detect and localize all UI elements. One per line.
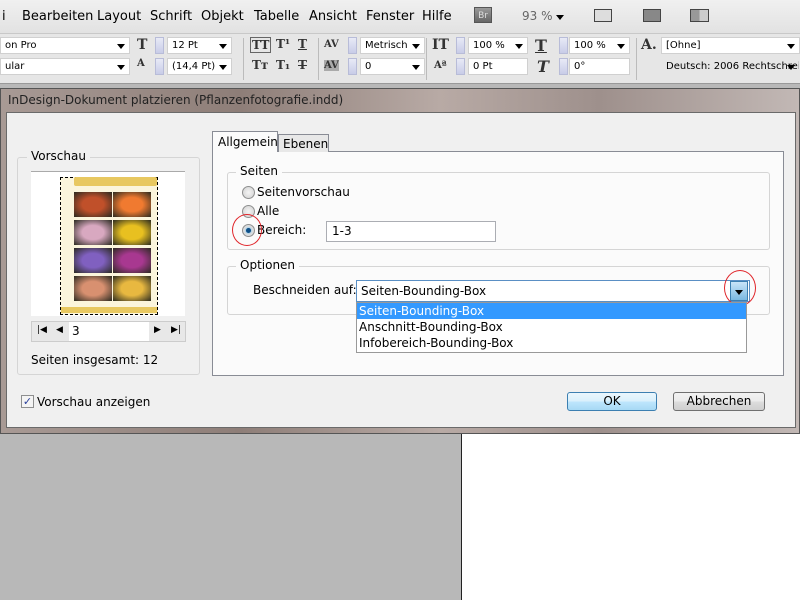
photo-7 (74, 276, 112, 301)
menu-bar: i Bearbeiten Layout Schrift Objekt Tabel… (0, 0, 800, 34)
separator (243, 38, 244, 80)
annotation-circle (232, 214, 262, 246)
cancel-button[interactable]: Abbrechen (673, 392, 765, 411)
annotation-circle (724, 270, 756, 306)
separator (426, 38, 427, 80)
next-page-button[interactable]: ▶ (154, 325, 161, 335)
vertical-scale-field[interactable]: 100 % (468, 37, 528, 54)
font-family-field[interactable]: on Pro (0, 37, 130, 54)
bridge-button[interactable]: Br (474, 7, 492, 23)
photo-4 (113, 220, 151, 245)
crop-to-select[interactable]: Seiten-Bounding-Box (356, 280, 750, 302)
skew-field[interactable]: 0° (569, 58, 630, 75)
kerning-spinner[interactable] (348, 37, 357, 54)
previous-page-button[interactable]: ◀ (56, 325, 63, 335)
page-number-field[interactable]: 3 (69, 322, 149, 341)
leading-field[interactable]: (14,4 Pt) (167, 58, 232, 75)
zoom-dropdown[interactable]: 93 % (522, 9, 568, 23)
leading-icon: A (137, 58, 145, 69)
menu-schrift[interactable]: Schrift (150, 9, 192, 24)
small-caps-icon[interactable]: Tт (252, 58, 268, 72)
character-style-icon: A. (641, 37, 657, 53)
horizontal-scale-icon: T (535, 36, 547, 55)
tracking-field[interactable]: 0 (360, 58, 425, 75)
dialog-title: InDesign-Dokument platzieren (Pflanzenfo… (8, 93, 344, 107)
skew-spinner[interactable] (559, 58, 568, 75)
last-page-button[interactable]: ▶| (171, 325, 181, 335)
kerning-icon: AV (324, 39, 339, 50)
baseline-shift-icon: Aª (434, 60, 447, 71)
vertical-scale-icon: IT (432, 37, 449, 53)
separator (318, 38, 319, 80)
font-size-field[interactable]: 12 Pt (167, 37, 232, 54)
photo-1 (74, 192, 112, 217)
font-style-field[interactable]: ular (0, 58, 130, 75)
document-page (461, 434, 800, 600)
skew-icon: T (537, 57, 549, 76)
radio-page-preview-label[interactable]: Seitenvorschau (257, 185, 350, 199)
total-pages-label: Seiten insgesamt: 12 (31, 353, 159, 367)
menu-ansicht[interactable]: Ansicht (309, 9, 357, 24)
tracking-spinner[interactable] (348, 58, 357, 75)
photo-6 (113, 248, 151, 273)
menu-datei[interactable]: i (2, 9, 6, 24)
page-header-bar (74, 177, 157, 186)
radio-page-preview[interactable] (242, 186, 255, 199)
pages-group-label: Seiten (236, 164, 283, 178)
character-style-field[interactable]: [Ohne] (661, 37, 800, 54)
pages-group (227, 172, 770, 250)
ok-button[interactable]: OK (567, 392, 657, 411)
underline-icon[interactable]: T (298, 37, 307, 51)
tab-ebenen[interactable]: Ebenen (278, 134, 329, 152)
preview-group-label: Vorschau (27, 149, 90, 163)
radio-all-label[interactable]: Alle (257, 204, 279, 218)
tracking-icon: AV (324, 60, 339, 71)
horizontal-scale-field[interactable]: 100 % (569, 37, 630, 54)
menu-layout[interactable]: Layout (97, 9, 141, 24)
radio-range-label[interactable]: Bereich: (257, 223, 306, 237)
option-slug-bounding-box[interactable]: Infobereich-Bounding-Box (357, 335, 746, 351)
photo-2 (113, 192, 151, 217)
page-navigator: |◀ ◀ 3 ▶ ▶| (31, 321, 186, 342)
strikethrough-icon[interactable]: T (298, 58, 307, 72)
first-page-button[interactable]: |◀ (37, 325, 47, 335)
options-group-label: Optionen (236, 258, 300, 272)
subscript-icon[interactable]: T₁ (276, 58, 290, 72)
baseline-shift-field[interactable]: 0 Pt (468, 58, 528, 75)
photo-8 (113, 276, 151, 301)
option-page-bounding-box[interactable]: Seiten-Bounding-Box (357, 303, 746, 319)
menu-tabelle[interactable]: Tabelle (254, 9, 299, 24)
leading-spinner[interactable] (155, 58, 164, 75)
kerning-field[interactable]: Metrisch (360, 37, 425, 54)
menu-fenster[interactable]: Fenster (366, 9, 414, 24)
all-caps-icon[interactable]: TT (250, 37, 272, 53)
page-thumbnail (31, 171, 185, 316)
crop-to-dropdown-list: Seiten-Bounding-Box Anschnitt-Bounding-B… (356, 302, 747, 353)
page-footer-bar (61, 307, 157, 313)
menu-bearbeiten[interactable]: Bearbeiten (22, 9, 93, 24)
superscript-icon[interactable]: T¹ (276, 37, 290, 51)
horizontal-scale-spinner[interactable] (559, 37, 568, 54)
menu-objekt[interactable]: Objekt (201, 9, 244, 24)
show-preview-checkbox[interactable]: ✓ (21, 395, 34, 408)
arrange-documents-icon[interactable] (690, 9, 709, 22)
crop-to-label: Beschneiden auf: (253, 283, 357, 297)
photo-3 (74, 220, 112, 245)
option-bleed-bounding-box[interactable]: Anschnitt-Bounding-Box (357, 319, 746, 335)
vertical-scale-spinner[interactable] (456, 37, 465, 54)
show-preview-label[interactable]: Vorschau anzeigen (37, 395, 150, 409)
baseline-shift-spinner[interactable] (456, 58, 465, 75)
tab-allgemein[interactable]: Allgemein (212, 131, 278, 152)
language-field[interactable]: Deutsch: 2006 Rechtschreib (661, 58, 800, 75)
separator (636, 38, 637, 80)
screen-mode-icon[interactable] (643, 9, 661, 22)
page-range-input[interactable]: 1-3 (326, 221, 496, 242)
font-size-spinner[interactable] (155, 37, 164, 54)
photo-5 (74, 248, 112, 273)
font-size-icon: T (137, 37, 148, 53)
menu-hilfe[interactable]: Hilfe (422, 9, 452, 24)
view-options-icon[interactable] (594, 9, 612, 22)
